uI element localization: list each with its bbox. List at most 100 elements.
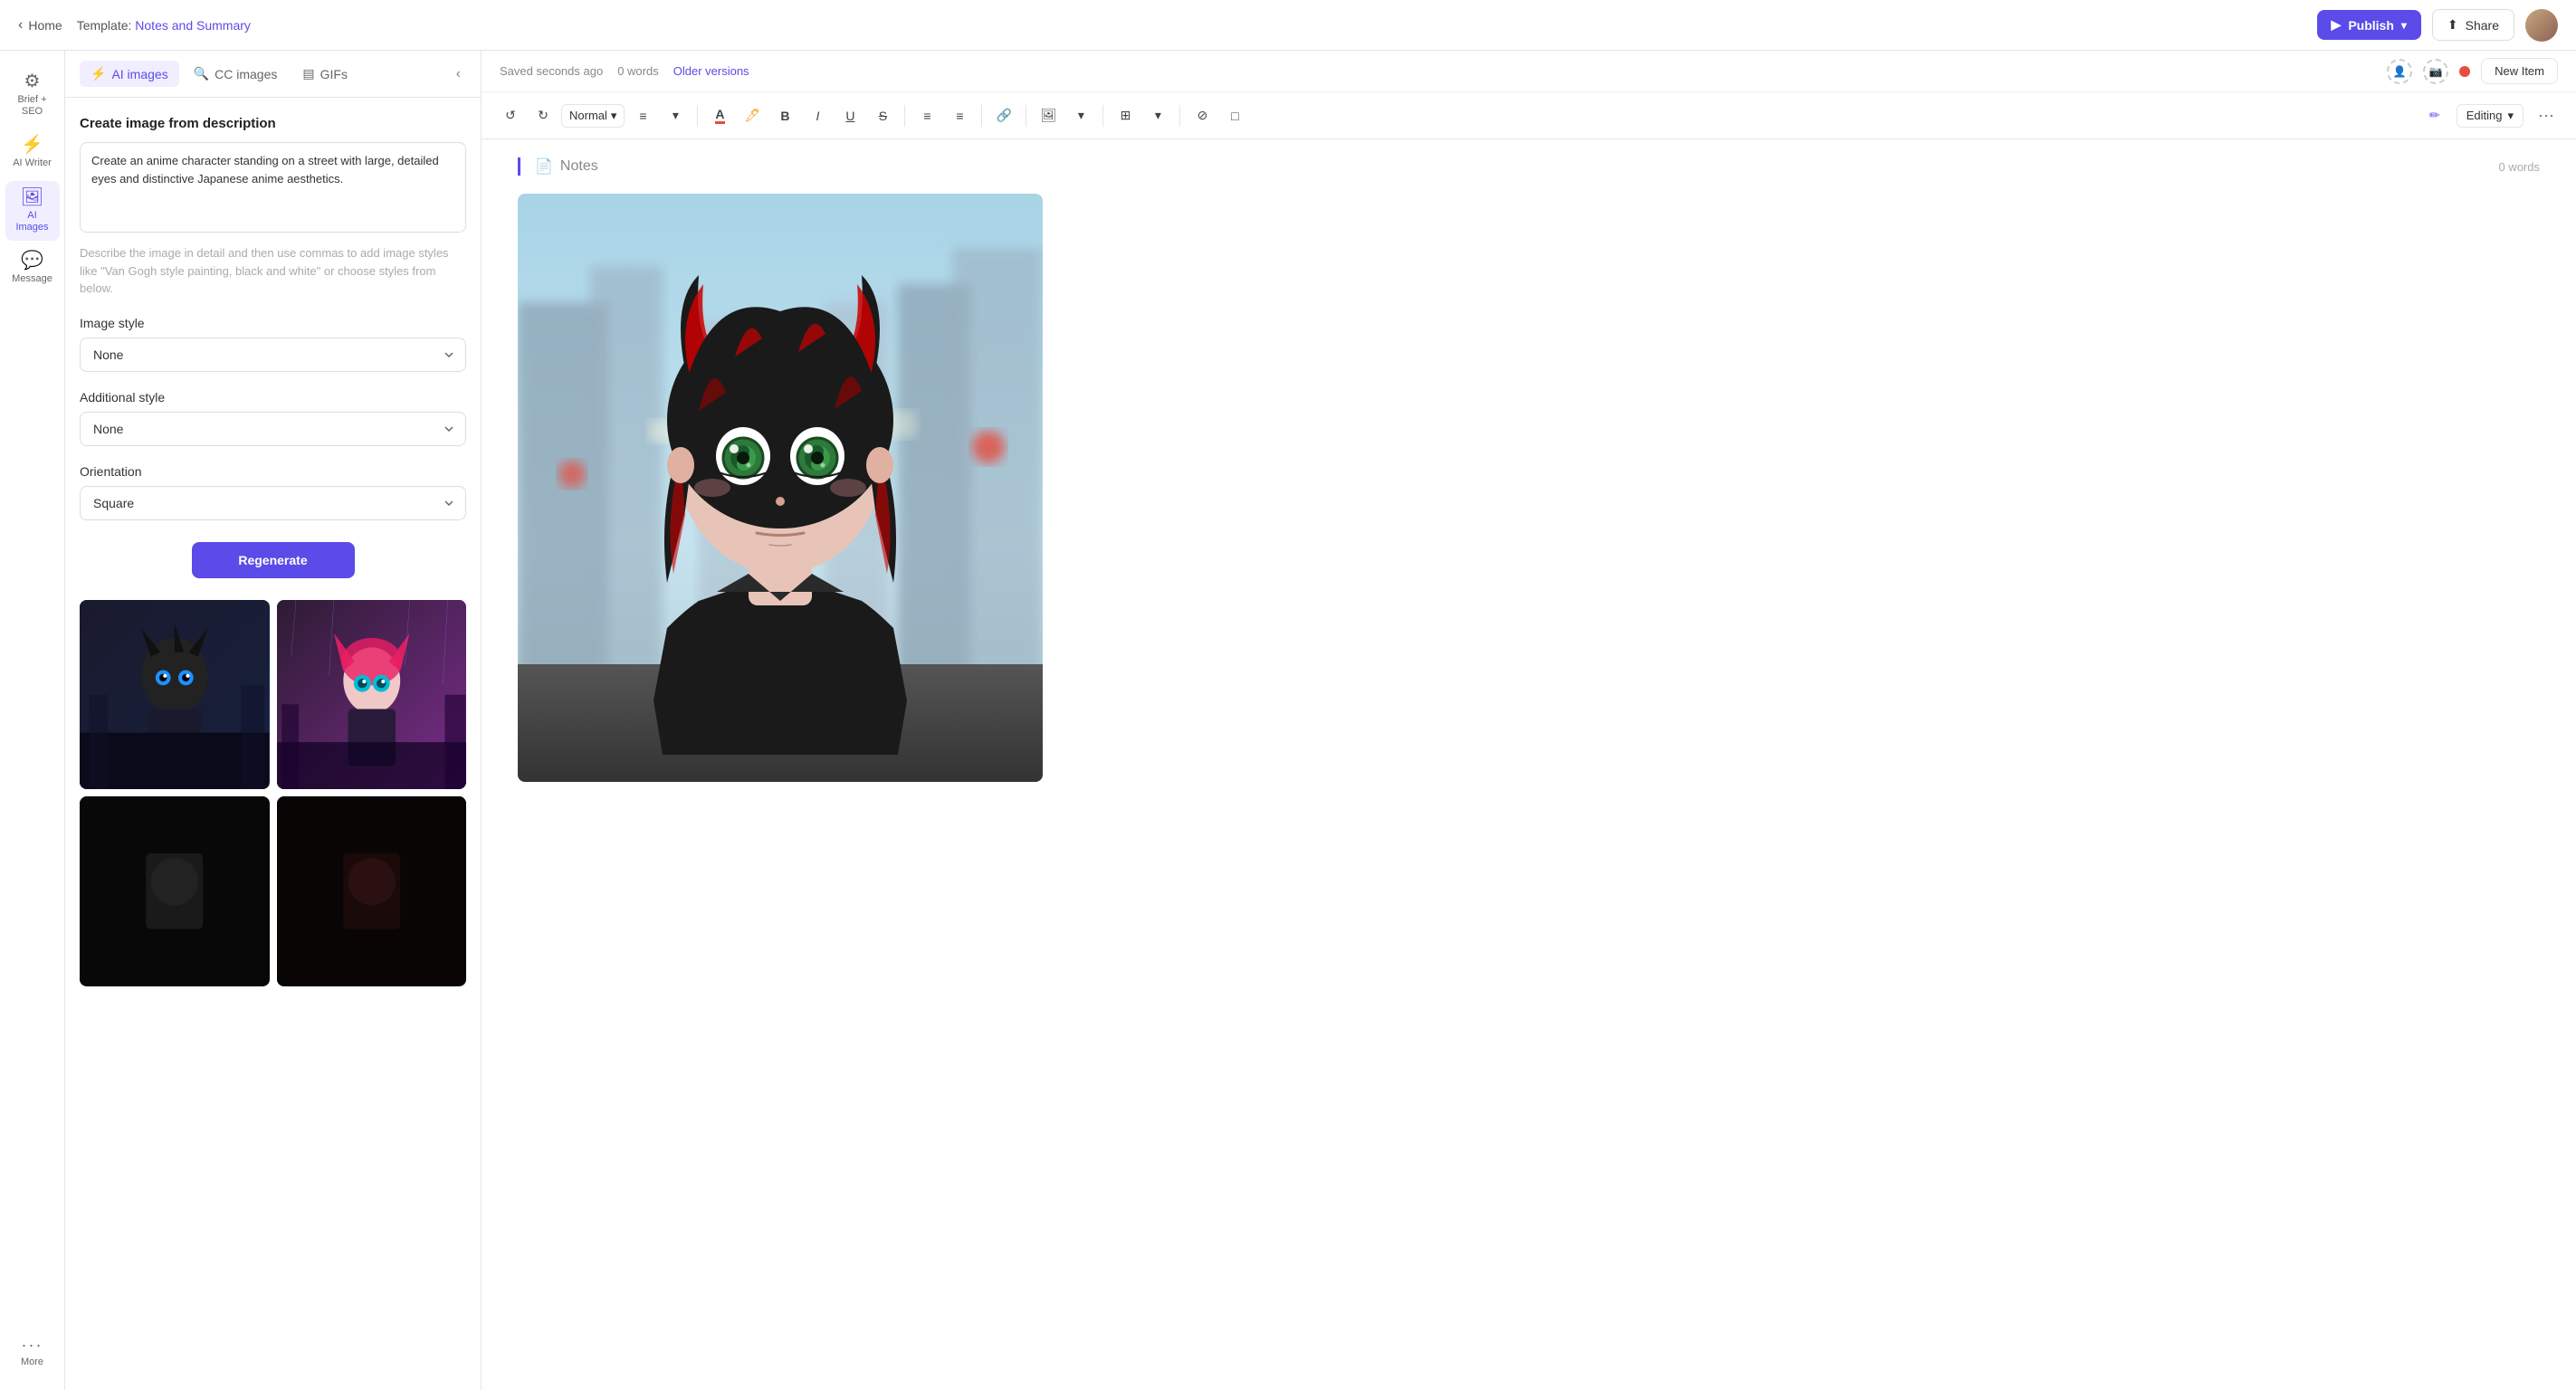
- ai-writer-icon: ⚡: [21, 136, 43, 154]
- editor-toolbar-right: ✏ Editing ▾ ···: [2420, 101, 2562, 130]
- additional-style-section: Additional style None Dark Bright Vintag…: [80, 390, 466, 446]
- strikethrough-button[interactable]: S: [868, 101, 897, 130]
- tab-gifs[interactable]: ▤ GIFs: [291, 61, 358, 87]
- image-button[interactable]: 🖼: [1034, 101, 1063, 130]
- panel: ⚡ AI images 🔍 CC images ▤ GIFs ‹ Create …: [65, 51, 482, 1390]
- home-link[interactable]: ‹ Home: [18, 17, 62, 33]
- bold-button[interactable]: B: [770, 101, 799, 130]
- sidebar-item-ai-images[interactable]: 🖼 AI Images: [5, 181, 60, 241]
- sidebar-item-message[interactable]: 💬 Message: [5, 244, 60, 292]
- share-label: Share: [2466, 18, 2499, 33]
- new-item-label: New Item: [2495, 64, 2544, 78]
- ai-images-icon: 🖼: [21, 188, 43, 206]
- anime-image-container: [518, 194, 1043, 782]
- older-versions-link[interactable]: Older versions: [673, 64, 749, 78]
- sidebar-item-more[interactable]: ··· More: [5, 1329, 60, 1376]
- toolbar-divider-1: [697, 105, 698, 127]
- orientation-section: Orientation Square Landscape Portrait: [80, 464, 466, 520]
- clear-format-button[interactable]: ⊘: [1188, 101, 1216, 130]
- toolbar-divider-5: [1102, 105, 1103, 127]
- tab-cc-images[interactable]: 🔍 CC images: [183, 61, 289, 87]
- editor-toolbar-left: ↺ ↻ Normal ▾ ≡ ▾ A 🖊 B I U S ≡: [496, 101, 2419, 130]
- doc-word-count: 0 words: [2498, 160, 2540, 174]
- brief-seo-icon: ⚙: [24, 72, 41, 90]
- additional-style-select[interactable]: None Dark Bright Vintage Futuristic: [80, 412, 466, 446]
- avatar[interactable]: [2525, 9, 2558, 42]
- gifs-tab-icon: ▤: [302, 66, 314, 81]
- format-select[interactable]: Normal ▾: [561, 104, 625, 128]
- panel-content: Create image from description Create an …: [65, 98, 481, 1390]
- numbered-list-button[interactable]: ≡: [945, 101, 974, 130]
- ai-images-tab-icon: ⚡: [91, 66, 106, 81]
- editing-label: Editing: [2466, 109, 2503, 122]
- editor-area: Saved seconds ago 0 words Older versions…: [482, 51, 2576, 1390]
- panel-collapse-button[interactable]: ‹: [451, 61, 466, 88]
- thumb-3-svg: [80, 796, 270, 986]
- prompt-placeholder: Describe the image in detail and then us…: [80, 244, 466, 298]
- link-button[interactable]: 🔗: [989, 101, 1018, 130]
- publish-icon: ▶: [2332, 17, 2342, 33]
- italic-button[interactable]: I: [803, 101, 832, 130]
- more-options-button[interactable]: ···: [2531, 102, 2562, 129]
- thumb-4-svg: [277, 796, 467, 986]
- text-color-icon: A: [715, 107, 724, 124]
- tab-cc-images-label: CC images: [215, 67, 277, 81]
- main-layout: ⚙ Brief + SEO ⚡ AI Writer 🖼 AI Images 💬 …: [0, 51, 2576, 1390]
- tab-ai-images[interactable]: ⚡ AI images: [80, 61, 179, 87]
- toolbar-divider-6: [1179, 105, 1180, 127]
- image-thumb-4[interactable]: [277, 796, 467, 986]
- template-label: Template: Notes and Summary: [77, 18, 251, 33]
- sidebar-label-message: Message: [12, 273, 52, 285]
- editing-chevron-icon: ▾: [2507, 109, 2514, 123]
- doc-section: 📄 Notes 0 words: [518, 157, 2540, 176]
- image-style-section: Image style None Anime Realistic Oil Pai…: [80, 316, 466, 372]
- extra-button[interactable]: □: [1220, 101, 1249, 130]
- cc-images-tab-icon: 🔍: [194, 66, 209, 81]
- thumb-2-svg: [277, 600, 467, 790]
- table-chevron-button[interactable]: ▾: [1143, 101, 1172, 130]
- sidebar-label-ai-writer: AI Writer: [13, 157, 52, 169]
- table-button[interactable]: ⊞: [1111, 101, 1140, 130]
- new-item-button[interactable]: New Item: [2481, 58, 2558, 84]
- toolbar-divider-2: [904, 105, 905, 127]
- editor-canvas[interactable]: 📄 Notes 0 words: [482, 139, 2576, 1390]
- top-nav-right: ▶ Publish ▾ ⬆ Share: [2317, 9, 2558, 42]
- image-chevron-button[interactable]: ▾: [1066, 101, 1095, 130]
- undo-button[interactable]: ↺: [496, 101, 525, 130]
- image-thumb-1[interactable]: [80, 600, 270, 790]
- format-chevron-icon: ▾: [611, 109, 617, 123]
- editor-status: Saved seconds ago 0 words Older versions…: [482, 51, 2576, 92]
- panel-tabs: ⚡ AI images 🔍 CC images ▤ GIFs ‹: [65, 51, 481, 98]
- sidebar-item-ai-writer[interactable]: ⚡ AI Writer: [5, 129, 60, 176]
- collaborator-avatar-icon[interactable]: 👤: [2387, 59, 2412, 84]
- highlight-button[interactable]: 🖊: [738, 101, 767, 130]
- bullet-list-button[interactable]: ≡: [912, 101, 941, 130]
- image-thumb-3[interactable]: [80, 796, 270, 986]
- image-thumb-2[interactable]: [277, 600, 467, 790]
- editor-toolbar: ↺ ↻ Normal ▾ ≡ ▾ A 🖊 B I U S ≡: [482, 92, 2576, 139]
- publish-label: Publish: [2348, 18, 2394, 33]
- share-button[interactable]: ⬆ Share: [2432, 9, 2514, 41]
- sidebar-label-more: More: [21, 1357, 43, 1368]
- thumb-1-svg: [80, 600, 270, 790]
- sidebar-label-brief-seo: Brief + SEO: [11, 94, 54, 118]
- orientation-select[interactable]: Square Landscape Portrait: [80, 486, 466, 520]
- template-name: Notes and Summary: [135, 18, 251, 33]
- align-chevron-button[interactable]: ▾: [661, 101, 690, 130]
- anime-character-svg: [518, 194, 1043, 782]
- editing-button[interactable]: Editing ▾: [2457, 104, 2524, 128]
- underline-button[interactable]: U: [835, 101, 864, 130]
- image-style-select[interactable]: None Anime Realistic Oil Painting Waterc…: [80, 338, 466, 372]
- status-dot: [2459, 66, 2470, 77]
- prompt-textarea[interactable]: Create an anime character standing on a …: [80, 142, 466, 233]
- top-nav: ‹ Home Template: Notes and Summary ▶ Pub…: [0, 0, 2576, 51]
- regenerate-button[interactable]: Regenerate: [192, 542, 355, 578]
- camera-icon[interactable]: 📷: [2423, 59, 2448, 84]
- more-icon: ···: [22, 1337, 43, 1353]
- orientation-label: Orientation: [80, 464, 466, 479]
- text-color-button[interactable]: A: [705, 101, 734, 130]
- sidebar-item-brief-seo[interactable]: ⚙ Brief + SEO: [5, 65, 60, 125]
- align-button[interactable]: ≡: [628, 101, 657, 130]
- publish-button[interactable]: ▶ Publish ▾: [2317, 10, 2421, 40]
- redo-button[interactable]: ↻: [529, 101, 558, 130]
